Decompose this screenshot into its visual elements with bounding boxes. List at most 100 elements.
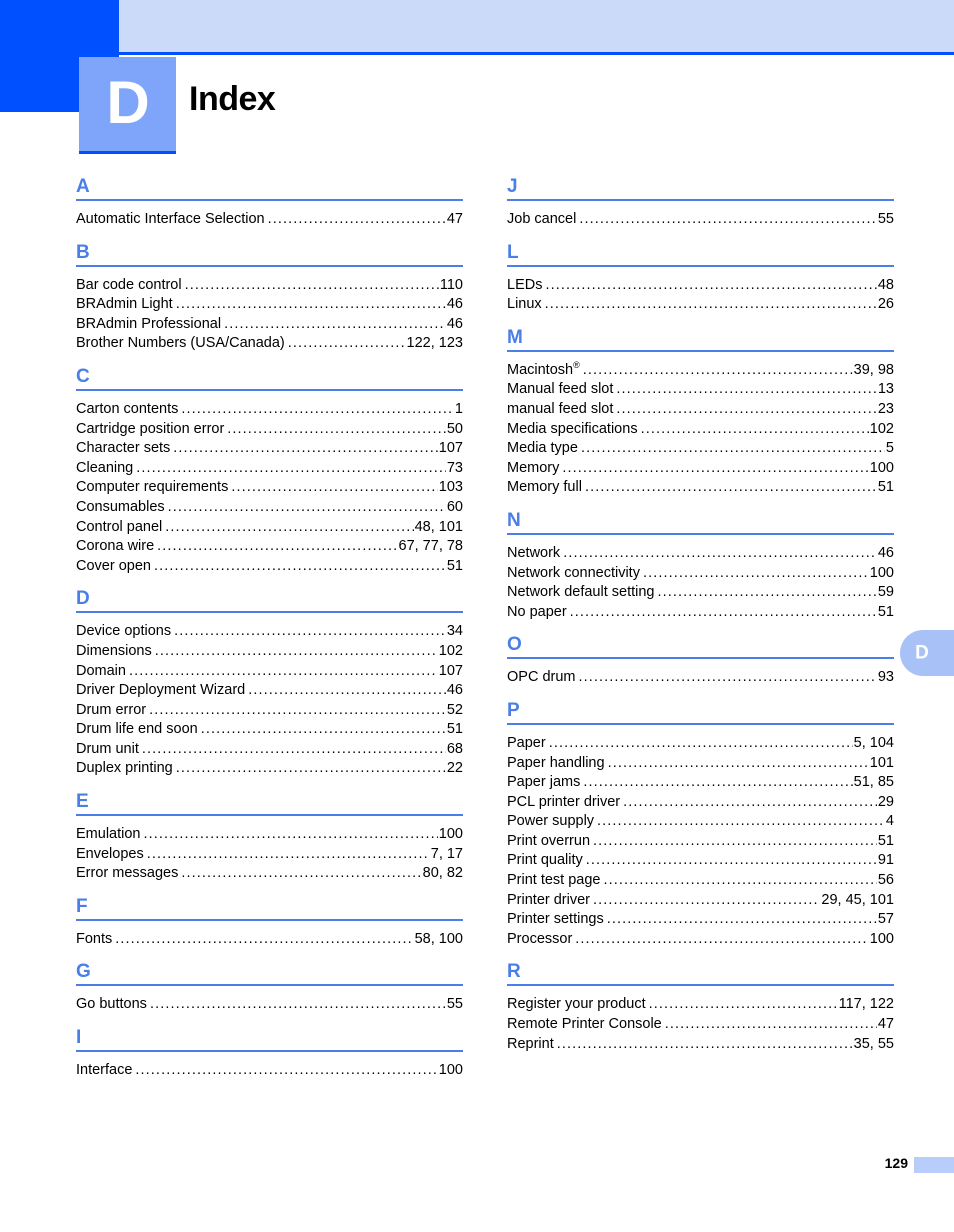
index-entry[interactable]: Print quality...........................…	[507, 851, 894, 871]
index-entry[interactable]: Driver Deployment Wizard................…	[76, 681, 463, 701]
index-entry[interactable]: Memory..................................…	[507, 459, 894, 479]
index-entry[interactable]: Error messages..........................…	[76, 864, 463, 884]
index-entry[interactable]: Media specifications....................…	[507, 420, 894, 440]
index-entry-page-numbers[interactable]: 22	[447, 759, 463, 779]
index-entry-page-numbers[interactable]: 47	[878, 1015, 894, 1035]
index-entry-page-numbers[interactable]: 7, 17	[431, 845, 463, 865]
index-entry[interactable]: Macintosh®..............................…	[507, 360, 894, 381]
index-entry[interactable]: Emulation...............................…	[76, 825, 463, 845]
index-entry[interactable]: Media type..............................…	[507, 439, 894, 459]
index-entry[interactable]: Network connectivity....................…	[507, 564, 894, 584]
index-entry-page-numbers[interactable]: 46	[447, 315, 463, 335]
index-entry-page-numbers[interactable]: 51	[447, 720, 463, 740]
index-entry[interactable]: Dimensions..............................…	[76, 642, 463, 662]
index-entry[interactable]: Register your product...................…	[507, 995, 894, 1015]
index-entry[interactable]: Job cancel..............................…	[507, 210, 894, 230]
index-entry[interactable]: Power supply............................…	[507, 812, 894, 832]
index-entry-page-numbers[interactable]: 51	[878, 478, 894, 498]
index-entry[interactable]: Cleaning................................…	[76, 459, 463, 479]
index-entry-page-numbers[interactable]: 39, 98	[854, 361, 894, 381]
index-entry[interactable]: Linux...................................…	[507, 295, 894, 315]
index-entry[interactable]: BRAdmin Professional....................…	[76, 315, 463, 335]
index-entry[interactable]: Envelopes...............................…	[76, 845, 463, 865]
index-entry-page-numbers[interactable]: 5, 104	[854, 734, 894, 754]
index-entry-page-numbers[interactable]: 48, 101	[415, 518, 463, 538]
index-entry[interactable]: Cover open..............................…	[76, 557, 463, 577]
index-entry[interactable]: PCL printer driver......................…	[507, 793, 894, 813]
index-entry[interactable]: Memory full.............................…	[507, 478, 894, 498]
index-entry-page-numbers[interactable]: 48	[878, 276, 894, 296]
index-entry[interactable]: Go buttons..............................…	[76, 995, 463, 1015]
index-entry-page-numbers[interactable]: 103	[439, 478, 463, 498]
index-entry[interactable]: Reprint.................................…	[507, 1035, 894, 1055]
index-entry[interactable]: Automatic Interface Selection...........…	[76, 210, 463, 230]
index-entry-page-numbers[interactable]: 100	[439, 825, 463, 845]
index-entry-page-numbers[interactable]: 4	[886, 812, 894, 832]
index-entry-page-numbers[interactable]: 102	[870, 420, 894, 440]
index-entry-page-numbers[interactable]: 56	[878, 871, 894, 891]
index-entry-page-numbers[interactable]: 1	[455, 400, 463, 420]
index-entry-page-numbers[interactable]: 107	[439, 439, 463, 459]
index-entry[interactable]: Cartridge position error................…	[76, 420, 463, 440]
index-entry-page-numbers[interactable]: 110	[440, 276, 463, 296]
index-entry-page-numbers[interactable]: 68	[447, 740, 463, 760]
index-entry[interactable]: Character sets..........................…	[76, 439, 463, 459]
index-entry[interactable]: Print test page.........................…	[507, 871, 894, 891]
index-entry[interactable]: Drum error..............................…	[76, 701, 463, 721]
index-entry[interactable]: manual feed slot........................…	[507, 400, 894, 420]
index-entry[interactable]: Fonts...................................…	[76, 930, 463, 950]
index-entry-page-numbers[interactable]: 5	[886, 439, 894, 459]
index-entry[interactable]: LEDs....................................…	[507, 276, 894, 296]
index-entry-page-numbers[interactable]: 13	[878, 380, 894, 400]
index-entry[interactable]: Bar code control........................…	[76, 276, 463, 296]
index-entry-page-numbers[interactable]: 100	[870, 459, 894, 479]
index-entry-page-numbers[interactable]: 46	[447, 295, 463, 315]
index-entry-page-numbers[interactable]: 46	[878, 544, 894, 564]
index-entry-page-numbers[interactable]: 46	[447, 681, 463, 701]
index-entry[interactable]: Carton contents.........................…	[76, 400, 463, 420]
index-entry-page-numbers[interactable]: 51	[447, 557, 463, 577]
index-entry-page-numbers[interactable]: 60	[447, 498, 463, 518]
index-entry-page-numbers[interactable]: 57	[878, 910, 894, 930]
index-entry[interactable]: Paper handling..........................…	[507, 754, 894, 774]
index-entry-page-numbers[interactable]: 51, 85	[854, 773, 894, 793]
index-entry-page-numbers[interactable]: 34	[447, 622, 463, 642]
index-entry-page-numbers[interactable]: 26	[878, 295, 894, 315]
index-entry-page-numbers[interactable]: 100	[870, 564, 894, 584]
index-entry[interactable]: Network default setting.................…	[507, 583, 894, 603]
index-entry-page-numbers[interactable]: 67, 77, 78	[399, 537, 464, 557]
index-entry[interactable]: Print overrun...........................…	[507, 832, 894, 852]
index-entry-page-numbers[interactable]: 107	[439, 662, 463, 682]
index-entry-page-numbers[interactable]: 50	[447, 420, 463, 440]
index-entry-page-numbers[interactable]: 58, 100	[415, 930, 463, 950]
index-entry[interactable]: Network.................................…	[507, 544, 894, 564]
index-entry[interactable]: Processor...............................…	[507, 930, 894, 950]
index-entry-page-numbers[interactable]: 101	[870, 754, 894, 774]
index-entry[interactable]: Domain..................................…	[76, 662, 463, 682]
index-entry[interactable]: Brother Numbers (USA/Canada)............…	[76, 334, 463, 354]
index-entry-page-numbers[interactable]: 51	[878, 832, 894, 852]
index-entry[interactable]: Manual feed slot........................…	[507, 380, 894, 400]
index-entry[interactable]: Paper jams..............................…	[507, 773, 894, 793]
index-entry-page-numbers[interactable]: 93	[878, 668, 894, 688]
index-entry-page-numbers[interactable]: 35, 55	[854, 1035, 894, 1055]
index-entry-page-numbers[interactable]: 23	[878, 400, 894, 420]
index-entry-page-numbers[interactable]: 59	[878, 583, 894, 603]
index-entry-page-numbers[interactable]: 102	[439, 642, 463, 662]
index-entry[interactable]: Device options..........................…	[76, 622, 463, 642]
index-entry[interactable]: Corona wire.............................…	[76, 537, 463, 557]
index-entry-page-numbers[interactable]: 51	[878, 603, 894, 623]
index-entry-page-numbers[interactable]: 100	[439, 1061, 463, 1081]
index-entry-page-numbers[interactable]: 47	[447, 210, 463, 230]
index-entry-page-numbers[interactable]: 55	[447, 995, 463, 1015]
index-entry-page-numbers[interactable]: 122, 123	[407, 334, 463, 354]
index-entry[interactable]: Drum life end soon......................…	[76, 720, 463, 740]
index-entry-page-numbers[interactable]: 29	[878, 793, 894, 813]
index-entry[interactable]: BRAdmin Light...........................…	[76, 295, 463, 315]
index-entry[interactable]: Interface...............................…	[76, 1061, 463, 1081]
index-entry-page-numbers[interactable]: 91	[878, 851, 894, 871]
index-entry-page-numbers[interactable]: 29, 45, 101	[821, 891, 894, 911]
index-entry[interactable]: Printer settings........................…	[507, 910, 894, 930]
index-entry[interactable]: No paper................................…	[507, 603, 894, 623]
index-entry[interactable]: Computer requirements...................…	[76, 478, 463, 498]
